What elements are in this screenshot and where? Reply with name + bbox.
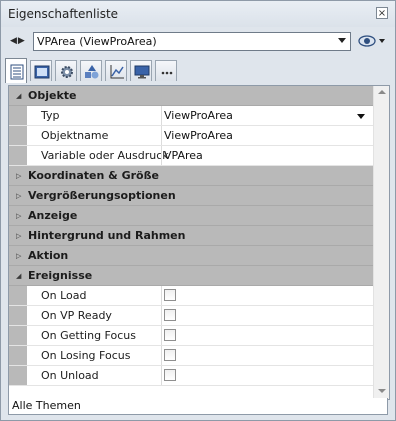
collapsed-triangle-icon: ▷ — [16, 252, 22, 260]
event-row[interactable]: On Load — [9, 286, 373, 306]
event-name: On Losing Focus — [41, 349, 131, 362]
event-row[interactable]: On VP Ready — [9, 306, 373, 326]
chevron-down-icon — [338, 38, 346, 43]
category-label: Ereignisse — [28, 269, 93, 282]
column-divider — [161, 126, 162, 145]
category-label: Aktion — [28, 249, 69, 262]
property-row[interactable]: Variable oder Ausdruck VPArea — [9, 146, 373, 166]
category-row[interactable]: ◢ Ereignisse — [9, 266, 373, 286]
property-rows: ◢ Objekte Typ ViewProArea Objektname ViewProA… — [9, 86, 373, 386]
column-divider — [161, 106, 162, 125]
toolbar-tab-more[interactable] — [155, 60, 177, 81]
close-icon[interactable]: × — [376, 7, 388, 19]
toolbar-tab-property-list[interactable] — [5, 58, 27, 83]
object-selector-row: ◀▶ VPArea (ViewProArea) — [1, 28, 395, 56]
category-row[interactable]: ▷ Anzeige — [9, 206, 373, 226]
scroll-up-icon[interactable] — [378, 90, 386, 94]
row-gutter — [9, 366, 27, 385]
row-gutter — [9, 346, 27, 365]
column-divider — [161, 146, 162, 165]
event-checkbox[interactable] — [164, 349, 176, 361]
event-name: On Unload — [41, 369, 99, 382]
status-bar: Alle Themen — [8, 398, 388, 415]
property-value[interactable]: ViewProArea — [164, 129, 233, 142]
property-name: Variable oder Ausdruck — [41, 149, 169, 162]
vertical-scrollbar[interactable] — [373, 86, 389, 399]
chevron-down-icon[interactable] — [357, 114, 365, 119]
nav-arrows-icon[interactable]: ◀▶ — [10, 36, 26, 46]
toolbar-tab-shapes[interactable] — [80, 60, 102, 81]
event-checkbox[interactable] — [164, 369, 176, 381]
column-divider — [161, 346, 162, 365]
collapsed-triangle-icon: ▷ — [16, 212, 22, 220]
toolbar-tab-chart[interactable] — [105, 60, 127, 81]
event-name: On VP Ready — [41, 309, 112, 322]
collapsed-triangle-icon: ▷ — [16, 192, 22, 200]
category-label: Hintergrund und Rahmen — [28, 229, 186, 242]
category-row[interactable]: ▷ Koordinaten & Größe — [9, 166, 373, 186]
property-name: Objektname — [41, 129, 109, 142]
collapsed-triangle-icon: ▷ — [16, 232, 22, 240]
object-select[interactable]: VPArea (ViewProArea) — [33, 32, 351, 51]
eye-icon — [358, 35, 385, 47]
row-gutter — [9, 106, 27, 125]
event-name: On Getting Focus — [41, 329, 136, 342]
event-checkbox[interactable] — [164, 289, 176, 301]
window-title: Eigenschaftenliste — [8, 7, 119, 21]
property-value[interactable]: VPArea — [164, 149, 203, 162]
event-checkbox[interactable] — [164, 309, 176, 321]
category-row[interactable]: ▷ Aktion — [9, 246, 373, 266]
category-label: Objekte — [28, 89, 77, 102]
toolbar-tab-form[interactable] — [30, 60, 52, 81]
category-label: Anzeige — [28, 209, 78, 222]
category-label: Koordinaten & Größe — [28, 169, 159, 182]
event-name: On Load — [41, 289, 87, 302]
property-row[interactable]: Objektname ViewProArea — [9, 126, 373, 146]
column-divider — [161, 326, 162, 345]
expanded-triangle-icon: ◢ — [16, 272, 22, 280]
event-row[interactable]: On Getting Focus — [9, 326, 373, 346]
row-gutter — [9, 286, 27, 305]
column-divider — [161, 366, 162, 385]
property-grid: ◢ Objekte Typ ViewProArea Objektname ViewProA… — [8, 85, 390, 400]
row-gutter — [9, 306, 27, 325]
view-options-button[interactable] — [357, 33, 389, 49]
event-row[interactable]: On Losing Focus — [9, 346, 373, 366]
column-divider — [161, 306, 162, 325]
property-row[interactable]: Typ ViewProArea — [9, 106, 373, 126]
theme-toolbar — [1, 57, 395, 85]
property-name: Typ — [41, 109, 60, 122]
object-select-value: VPArea (ViewProArea) — [37, 35, 157, 48]
event-checkbox[interactable] — [164, 329, 176, 341]
category-row[interactable]: ◢ Objekte — [9, 86, 373, 106]
property-list-window: Eigenschaftenliste × ◀▶ VPArea (ViewProA… — [0, 0, 396, 421]
property-value[interactable]: ViewProArea — [164, 109, 233, 122]
category-label: Vergrößerungsoptionen — [28, 189, 176, 202]
toolbar-tab-monitor[interactable] — [130, 60, 152, 81]
theme-filter-label: Alle Themen — [12, 399, 81, 412]
expanded-triangle-icon: ◢ — [16, 92, 22, 100]
row-gutter — [9, 126, 27, 145]
scroll-down-icon[interactable] — [378, 389, 386, 393]
category-row[interactable]: ▷ Vergrößerungsoptionen — [9, 186, 373, 206]
row-gutter — [9, 326, 27, 345]
row-gutter — [9, 146, 27, 165]
category-row[interactable]: ▷ Hintergrund und Rahmen — [9, 226, 373, 246]
collapsed-triangle-icon: ▷ — [16, 172, 22, 180]
column-divider — [161, 286, 162, 305]
title-bar: Eigenschaftenliste × — [1, 1, 395, 27]
toolbar-tab-gear[interactable] — [55, 60, 77, 81]
event-row[interactable]: On Unload — [9, 366, 373, 386]
